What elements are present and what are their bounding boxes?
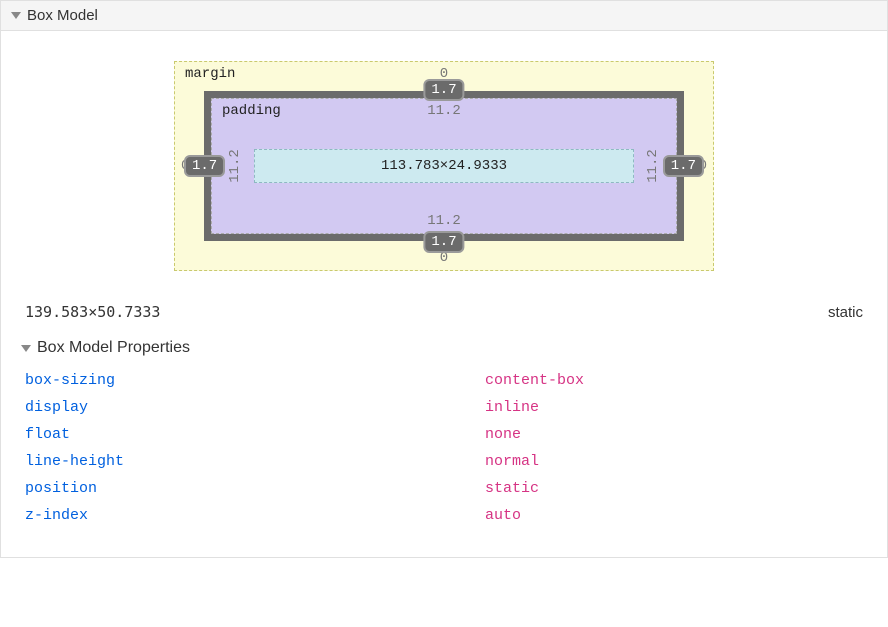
property-row: z-index auto [25, 502, 863, 529]
box-model-panel: Box Model margin 0 0 0 0 border 1.7 1.7 … [0, 0, 888, 558]
border-bottom-value[interactable]: 1.7 [423, 231, 464, 253]
subsection-title: Box Model Properties [37, 339, 190, 357]
position-mode: static [828, 304, 863, 321]
property-name[interactable]: float [25, 426, 485, 443]
property-row: line-height normal [25, 448, 863, 475]
padding-right-value[interactable]: 11.2 [645, 149, 661, 183]
property-row: box-sizing content-box [25, 367, 863, 394]
property-value[interactable]: inline [485, 399, 539, 416]
border-right-value[interactable]: 1.7 [663, 155, 704, 177]
border-left-value[interactable]: 1.7 [184, 155, 225, 177]
property-name[interactable]: z-index [25, 507, 485, 524]
section-body: margin 0 0 0 0 border 1.7 1.7 1.7 1.7 pa… [1, 31, 887, 557]
property-row: position static [25, 475, 863, 502]
padding-label: padding [222, 103, 281, 119]
padding-top-value[interactable]: 11.2 [427, 103, 461, 119]
property-value[interactable]: none [485, 426, 521, 443]
property-name[interactable]: box-sizing [25, 372, 485, 389]
padding-left-value[interactable]: 11.2 [227, 149, 243, 183]
property-row: display inline [25, 394, 863, 421]
content-region[interactable]: 113.783×24.9333 [254, 149, 634, 183]
margin-region[interactable]: margin 0 0 0 0 border 1.7 1.7 1.7 1.7 pa… [174, 61, 714, 271]
property-value[interactable]: auto [485, 507, 521, 524]
border-region[interactable]: border 1.7 1.7 1.7 1.7 padding 11.2 11.2… [204, 91, 684, 241]
property-value[interactable]: content-box [485, 372, 584, 389]
element-dimensions: 139.583×50.7333 [25, 303, 160, 321]
property-value[interactable]: static [485, 480, 539, 497]
property-name[interactable]: line-height [25, 453, 485, 470]
padding-region[interactable]: padding 11.2 11.2 11.2 11.2 113.783×24.9… [211, 98, 677, 234]
geometry-row: 139.583×50.7333 static [21, 285, 867, 333]
section-title: Box Model [27, 7, 98, 24]
padding-bottom-value[interactable]: 11.2 [427, 213, 461, 229]
box-model-diagram: margin 0 0 0 0 border 1.7 1.7 1.7 1.7 pa… [21, 61, 867, 271]
disclosure-triangle-icon [21, 345, 31, 352]
property-name[interactable]: display [25, 399, 485, 416]
margin-label: margin [185, 66, 235, 82]
content-size: 113.783×24.9333 [381, 158, 507, 174]
property-value[interactable]: normal [485, 453, 539, 470]
properties-list: box-sizing content-box display inline fl… [21, 367, 867, 537]
section-header-box-model-properties[interactable]: Box Model Properties [21, 333, 867, 367]
disclosure-triangle-icon [11, 12, 21, 19]
border-top-value[interactable]: 1.7 [423, 79, 464, 101]
property-name[interactable]: position [25, 480, 485, 497]
section-header-box-model[interactable]: Box Model [1, 1, 887, 31]
property-row: float none [25, 421, 863, 448]
